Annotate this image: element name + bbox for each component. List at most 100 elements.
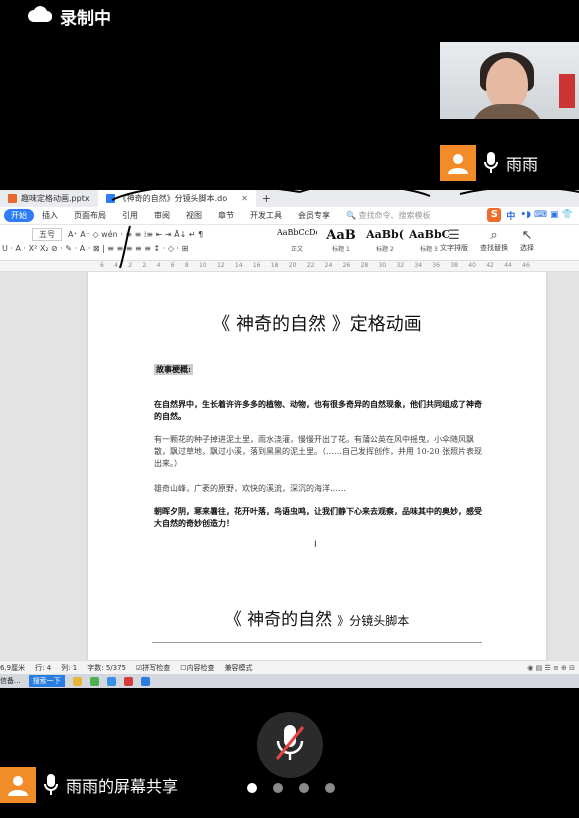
ime-toolbar[interactable]: S 中 •◗ ⌨ ▣ 👕	[487, 208, 573, 222]
ime-mode: 中	[506, 211, 516, 222]
taskbar-search[interactable]: 搜索一下	[28, 675, 65, 687]
person-icon	[440, 145, 476, 181]
tab-label: 《神奇的自然》分镜头脚本.do	[118, 194, 228, 203]
wps-icon[interactable]	[123, 676, 133, 686]
ruler-tick: 38	[450, 262, 458, 269]
ruler-tick: 8	[184, 262, 189, 269]
add-tab-icon[interactable]: +	[262, 192, 271, 205]
spell-check-label: 拼写检查	[142, 663, 171, 672]
command-search[interactable]: 🔍 查找命令、搜索模板	[346, 210, 431, 221]
page-dot[interactable]	[325, 783, 335, 793]
menu-review[interactable]: 审阅	[146, 210, 178, 221]
menu-developer[interactable]: 开发工具	[242, 210, 290, 221]
recording-indicator: 录制中	[28, 4, 111, 29]
mute-button[interactable]	[257, 712, 323, 778]
text-layout-button[interactable]: ☰ 文字排版	[440, 229, 468, 253]
menu-home[interactable]: 开始	[4, 209, 34, 222]
menu-references[interactable]: 引用	[114, 210, 146, 221]
ruler-tick: 24	[324, 262, 333, 269]
text-layout-icon: ☰	[448, 228, 460, 243]
style-heading1[interactable]: AaB 标题 1	[321, 228, 361, 253]
cursor-arrow-icon: ↖	[521, 228, 533, 243]
chat-icon[interactable]	[140, 676, 150, 686]
ruler-tick: 42	[486, 262, 494, 269]
word-file-icon	[105, 194, 115, 203]
page-dot[interactable]	[273, 783, 283, 793]
menu-vip[interactable]: 会员专享	[290, 210, 338, 221]
page-dot[interactable]	[247, 783, 257, 793]
close-icon[interactable]: ✕	[241, 194, 248, 203]
select-button[interactable]: ↖ 选择	[520, 229, 534, 253]
view-mode-icons[interactable]: ◉ ▤ ☰ ≡ ⊕ ⊟	[527, 664, 579, 672]
text-cursor: I	[314, 540, 317, 550]
ruler-tick: 12	[216, 262, 225, 269]
font-format-icons[interactable]: A⁺ A⁻ ◇ wén · ≡ ≡ ⁞≡ ⇤ ⇥ Ā↓ ↵ ¶	[68, 230, 203, 239]
ruler-tick: 4	[114, 262, 118, 269]
share-owner-label: 雨雨的屏幕共享	[66, 777, 179, 796]
shared-screen: 趣味定格动画.pptx 《神奇的自然》分镜头脚本.do ✕ + 开始 插入 页面…	[0, 190, 579, 688]
cloud-icon	[28, 6, 53, 26]
font-size-select[interactable]: 五号	[32, 228, 62, 241]
content-check-toggle[interactable]: ☐内容检查	[180, 663, 214, 673]
outline-label: 故事梗概:	[154, 364, 193, 375]
page-dot[interactable]	[299, 783, 309, 793]
style-heading2[interactable]: AaBb(标题 2	[365, 228, 405, 253]
spell-check-toggle[interactable]: ☑拼写检查	[136, 663, 170, 673]
style-normal[interactable]: AaBbCcDd 正文	[277, 228, 317, 253]
sogou-icon: S	[487, 208, 502, 222]
ruler-tick: 22	[306, 262, 315, 269]
ruler-tick: 32	[396, 262, 405, 269]
paragraph-closing: 朝晖夕阴，寒来暑往，花开叶落，鸟语虫鸣，让我们静下心来去观察，品味其中的奥妙，感…	[154, 506, 482, 528]
tab-pptx[interactable]: 趣味定格动画.pptx	[0, 190, 98, 207]
ruler-tick: 2	[128, 262, 133, 269]
ppt-file-icon	[8, 194, 17, 203]
document-page[interactable]: 《 神奇的自然 》定格动画 故事梗概: 在自然界中，生长着许许多多的植物、动物，…	[88, 272, 546, 660]
content-check-label: 内容检查	[186, 663, 215, 672]
status-position: 6.9厘米	[0, 663, 26, 672]
status-column: 列: 1	[61, 663, 78, 672]
style-name: 标题 1	[332, 246, 350, 253]
ruler-tick: 6	[170, 262, 175, 269]
ime-tools-icon: •◗ ⌨ ▣ 👕	[520, 210, 573, 220]
tab-doc[interactable]: 《神奇的自然》分镜头脚本.do ✕	[97, 190, 256, 207]
compat-mode: 兼容模式	[224, 663, 253, 672]
ruler-tick: 34	[414, 262, 423, 269]
browser-icon[interactable]	[89, 676, 99, 686]
ruler-tick: 2	[142, 262, 147, 269]
status-word-count[interactable]: 字数: 5/375	[87, 663, 126, 673]
ruler-tick: 28	[360, 262, 369, 269]
horizontal-ruler[interactable]: 6 4 2 2 4 6 8 10 12 14 16 18 20 22 24 26 28 30 32 34 36 38 40 4…	[0, 261, 579, 272]
app-icon[interactable]	[106, 676, 116, 686]
style-gallery: AaBbCcDd 正文 AaB 标题 1 AaBb(标题 2 AaBbC 标题 3	[277, 228, 449, 253]
text-layout-label: 文字排版	[440, 244, 468, 252]
table-top-border	[152, 642, 482, 643]
participant-video[interactable]	[440, 42, 579, 119]
search-placeholder: 查找命令、搜索模板	[358, 211, 431, 220]
storyboard-title-main: 《 神奇的自然	[224, 610, 333, 630]
format-icons[interactable]: U · A · X² X₂ ⊘ · ✎ · A · ⊠ | ≡ ≡ ≡ ≡ ≡ …	[2, 244, 188, 253]
microphone-icon	[44, 774, 58, 796]
document-tabs: 趣味定格动画.pptx 《神奇的自然》分镜头脚本.do ✕ +	[0, 190, 579, 207]
page-indicator[interactable]	[247, 783, 335, 793]
style-name: 标题 2	[376, 246, 394, 253]
menu-section[interactable]: 章节	[210, 210, 242, 221]
ruler-tick: 4	[156, 262, 161, 269]
folder-icon[interactable]	[72, 676, 82, 686]
find-replace-button[interactable]: ⌕ 查找替换	[480, 229, 508, 253]
select-label: 选择	[520, 244, 534, 252]
ruler-tick: 6	[100, 262, 104, 269]
ruler-tick: 46	[522, 262, 530, 269]
style-sample: AaB	[326, 228, 356, 243]
paragraph-scenery: 雄奇山峰，广袤的原野，欢快的溪流，深沉的海洋……	[154, 484, 346, 493]
document-canvas[interactable]: 《 神奇的自然 》定格动画 故事梗概: 在自然界中，生长着许许多多的植物、动物，…	[0, 272, 579, 660]
menu-view[interactable]: 视图	[178, 210, 210, 221]
storyboard-title: 《 神奇的自然 》分镜头脚本	[88, 605, 546, 630]
taskbar-left: 信备...	[0, 677, 21, 685]
ruler-tick: 26	[342, 262, 351, 269]
microphone-icon	[484, 152, 498, 174]
menu-layout[interactable]: 页面布局	[66, 210, 114, 221]
menu-bar: 开始 插入 页面布局 引用 审阅 视图 章节 开发工具 会员专享 🔍 查找命令、…	[0, 207, 579, 225]
paragraph-intro: 在自然界中，生长着许许多多的植物、动物，也有很多奇异的自然现象，他们共同组成了神…	[154, 399, 482, 421]
menu-insert[interactable]: 插入	[34, 210, 66, 221]
ruler-tick: 36	[432, 262, 441, 269]
